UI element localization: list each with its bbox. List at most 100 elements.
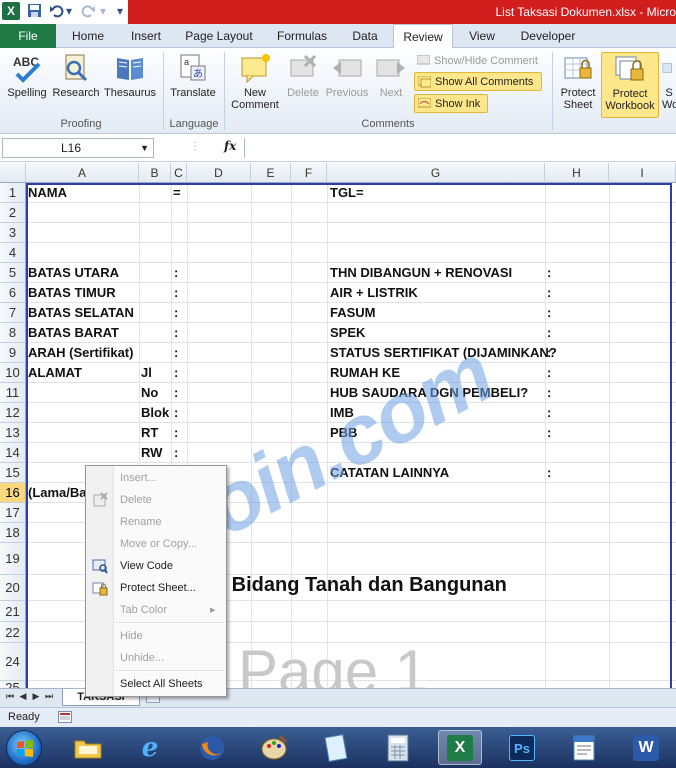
windows-logo-icon <box>17 740 33 757</box>
menu-item-hide[interactable]: Hide <box>120 630 143 642</box>
show-ink-button[interactable]: Show Ink <box>414 94 488 113</box>
tab-developer[interactable]: Developer <box>512 24 584 48</box>
column-header[interactable]: G <box>327 163 545 183</box>
taskbar-notepad[interactable] <box>314 730 358 765</box>
row-header[interactable]: 9 <box>0 343 26 363</box>
row-header[interactable]: 13 <box>0 423 26 443</box>
row-header[interactable]: 2 <box>0 203 26 223</box>
show-all-comments-button[interactable]: Show All Comments <box>414 72 542 91</box>
name-box-dropdown-icon[interactable]: ▼ <box>140 139 149 157</box>
row-header[interactable]: 12 <box>0 403 26 423</box>
row-header[interactable]: 7 <box>0 303 26 323</box>
column-header[interactable]: C <box>171 163 187 183</box>
menu-item-select-all-sheets[interactable]: Select All Sheets <box>120 678 203 690</box>
menu-item-view-code[interactable]: View Code <box>120 560 173 572</box>
share-workbook-button[interactable]: S Wo <box>662 52 676 111</box>
row-header[interactable]: 11 <box>0 383 26 403</box>
taskbar-wordpad[interactable] <box>562 730 606 765</box>
name-box[interactable]: L16 ▼ <box>2 138 154 158</box>
taskbar-photoshop[interactable]: Ps <box>500 730 544 765</box>
row-header[interactable]: 17 <box>0 503 26 523</box>
row-header[interactable]: 1 <box>0 183 26 203</box>
customize-qat-icon[interactable]: ▾ <box>114 3 126 20</box>
delete-comment-button[interactable]: Delete <box>284 52 322 99</box>
menu-item-move-or-copy[interactable]: Move or Copy... <box>120 538 197 550</box>
select-all-corner[interactable] <box>0 163 26 183</box>
tab-home[interactable]: Home <box>60 24 116 48</box>
start-button[interactable] <box>6 730 42 766</box>
research-button[interactable]: Research <box>52 52 100 99</box>
taskbar-internet-explorer[interactable]: e <box>128 730 172 765</box>
previous-comment-button[interactable]: Previous <box>324 52 370 99</box>
tab-view[interactable]: View <box>456 24 508 48</box>
menu-item-unhide[interactable]: Unhide... <box>120 652 164 664</box>
tab-formulas[interactable]: Formulas <box>266 24 338 48</box>
row-header[interactable]: 4 <box>0 243 26 263</box>
last-sheet-icon[interactable]: ⏭ <box>43 691 55 702</box>
tab-data[interactable]: Data <box>340 24 390 48</box>
row-header[interactable]: 19 <box>0 543 26 575</box>
row-header[interactable]: 22 <box>0 622 26 643</box>
row-header[interactable]: 25 <box>0 681 26 688</box>
protect-workbook-button[interactable]: Protect Workbook <box>601 52 659 118</box>
row-header[interactable]: 21 <box>0 601 26 622</box>
translate-button[interactable]: aあ Translate <box>166 52 220 99</box>
tab-insert[interactable]: Insert <box>118 24 174 48</box>
insert-function-icon[interactable]: fx <box>224 139 236 153</box>
sheet-context-menu: Insert... Delete Rename Move or Copy... … <box>85 465 227 697</box>
first-sheet-icon[interactable]: ⏮ <box>4 691 16 702</box>
menu-item-insert[interactable]: Insert... <box>120 472 157 484</box>
row-header[interactable]: 15 <box>0 463 26 483</box>
column-header[interactable]: H <box>545 163 609 183</box>
taskbar-paint[interactable] <box>252 730 296 765</box>
row-header[interactable]: 8 <box>0 323 26 343</box>
thesaurus-button[interactable]: Thesaurus <box>102 52 158 99</box>
menu-item-protect-sheet[interactable]: Protect Sheet... <box>120 582 196 594</box>
undo-dropdown-icon[interactable]: ▾ <box>64 3 74 20</box>
tab-page-layout[interactable]: Page Layout <box>176 24 262 48</box>
row-header[interactable]: 5 <box>0 263 26 283</box>
undo-icon[interactable] <box>48 3 65 20</box>
column-header[interactable]: E <box>251 163 291 183</box>
row-header[interactable]: 18 <box>0 523 26 543</box>
save-icon[interactable] <box>26 3 43 20</box>
redo-dropdown-icon[interactable]: ▾ <box>98 3 108 20</box>
formula-input[interactable] <box>244 138 676 158</box>
row-header[interactable]: 24 <box>0 643 26 681</box>
redo-icon[interactable] <box>80 3 97 20</box>
row-header[interactable]: 6 <box>0 283 26 303</box>
spelling-button[interactable]: ABC Spelling <box>4 52 50 99</box>
menu-item-tab-color[interactable]: Tab Color <box>120 604 167 616</box>
tab-file[interactable]: File <box>0 24 56 48</box>
menu-item-delete[interactable]: Delete <box>120 494 152 506</box>
column-header[interactable]: A <box>26 163 139 183</box>
taskbar-word[interactable]: W <box>624 730 668 765</box>
taskbar-windows-explorer[interactable] <box>66 730 110 765</box>
excel-logo-icon[interactable]: X <box>2 2 20 20</box>
row-header[interactable]: 3 <box>0 223 26 243</box>
ribbon: ABC Spelling Research Thesaurus Proofing… <box>0 48 676 134</box>
next-sheet-icon[interactable]: ▶ <box>30 691 42 702</box>
row-header[interactable]: 14 <box>0 443 26 463</box>
column-header[interactable]: F <box>291 163 327 183</box>
protect-sheet-button[interactable]: Protect Sheet <box>556 52 600 111</box>
taskbar-firefox[interactable] <box>190 730 234 765</box>
new-comment-label-1: New <box>243 87 266 99</box>
row-header[interactable]: 10 <box>0 363 26 383</box>
row-header[interactable]: 20 <box>0 575 26 601</box>
taskbar-calculator[interactable] <box>376 730 420 765</box>
next-comment-button[interactable]: Next <box>372 52 410 99</box>
macro-record-icon[interactable] <box>58 711 72 723</box>
taskbar-excel[interactable]: X <box>438 730 482 765</box>
new-comment-button[interactable]: New Comment <box>228 52 282 111</box>
row-header-selected[interactable]: 16 <box>0 483 26 503</box>
column-header[interactable]: D <box>187 163 251 183</box>
menu-item-rename[interactable]: Rename <box>120 516 162 528</box>
show-hide-comment-button[interactable]: Show/Hide Comment <box>414 52 538 71</box>
calculator-icon <box>387 734 409 761</box>
prev-sheet-icon[interactable]: ◀ <box>17 691 29 702</box>
protect-workbook-label-2: Workbook <box>605 100 655 112</box>
tab-review[interactable]: Review <box>393 24 453 49</box>
column-header[interactable]: I <box>609 163 676 183</box>
column-header[interactable]: B <box>139 163 171 183</box>
